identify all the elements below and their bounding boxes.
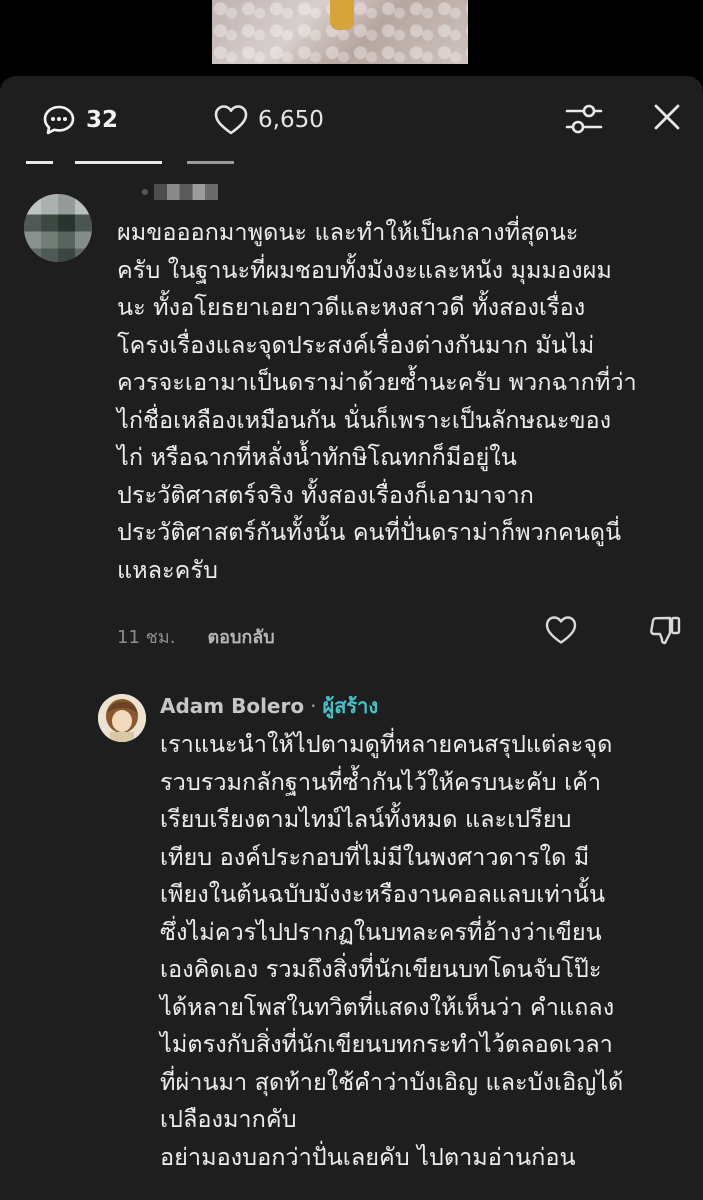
reply-line: เองคิดเอง รวมถึงสิ่งที่นักเขียนบทโดนจับโ… bbox=[160, 955, 602, 983]
comments-sheet: 32 6,650 ผมขอออกมาพูดนะ และทำให้เป็นกลาง… bbox=[0, 76, 703, 1200]
speech-bubble-icon bbox=[43, 105, 75, 135]
comment-line: ครับ ในฐานะที่ผมชอบทั้งมังงะและหนัง มุมม… bbox=[117, 255, 612, 284]
reply-line: เปลืองมากคับ bbox=[160, 1105, 297, 1133]
avatar[interactable] bbox=[24, 194, 92, 262]
comment-body: ผมขอออกมาพูดนะ และทำให้เป็นกลางที่สุดนะ … bbox=[117, 214, 687, 589]
comment-line: โครงเรื่องและจุดประสงค์เรื่องต่างกันมาก … bbox=[117, 330, 595, 359]
reply-line: ไม่ตรงกับสิ่งที่นักเขียนบทกระทำไว้ตลอดเว… bbox=[160, 1030, 613, 1058]
comment-line: ควรจะเอามาเป็นดราม่าด้วยซ้ำนะครับ พวกฉาก… bbox=[117, 368, 637, 396]
reply-body: เราแนะนำให้ไปตามดูที่หลายคนสรุปแต่ละจุด … bbox=[160, 726, 690, 1176]
reply-author-line: Adam Bolero · ผู้สร้าง bbox=[160, 690, 378, 722]
author-separator: · bbox=[310, 694, 317, 718]
reply-line: ที่ผ่านมา สุดท้ายใช้คำว่าบังเอิญ และบังเ… bbox=[160, 1067, 624, 1096]
like-count: 6,650 bbox=[258, 107, 324, 133]
creator-avatar[interactable] bbox=[98, 694, 146, 742]
reply-line: เพียงในต้นฉบับมังงะหรืองานคอลแลบเท่านั้น bbox=[160, 880, 606, 908]
reply-line: ซึ่งไม่ควรไปปรากฏในบทละครที่อ้างว่าเขียน bbox=[160, 917, 602, 946]
comment-line: ประวัติศาสตร์กันทั้งนั้น คนที่ปั่นดราม่า… bbox=[117, 518, 622, 546]
heart-icon bbox=[214, 105, 248, 135]
reply-line: ได้หลายโพสในทวิตที่แสดงให้เห็นว่า คำแถลง bbox=[160, 992, 615, 1021]
comment-line: ไก่ชื่อเหลืองเหมือนกัน นั่นก็เพราะเป็นลั… bbox=[117, 405, 612, 434]
comment-dislike-button[interactable] bbox=[648, 614, 682, 648]
comments-tab[interactable]: 32 bbox=[42, 104, 118, 136]
reply-author-name[interactable]: Adam Bolero bbox=[160, 694, 304, 718]
comment-line: ผมขอออกมาพูดนะ และทำให้เป็นกลางที่สุดนะ bbox=[117, 218, 579, 246]
creator-badge: ผู้สร้าง bbox=[322, 694, 379, 718]
reply-line: เราแนะนำให้ไปตามดูที่หลายคนสรุปแต่ละจุด bbox=[160, 730, 613, 758]
likes-tab[interactable]: 6,650 bbox=[214, 104, 324, 136]
comment-time: 11 ชม. bbox=[117, 627, 176, 648]
reply-line: รวบรวมกลักฐานที่ซ้ำกันไว้ให้ครบนะคับ เค้… bbox=[160, 767, 602, 796]
reply-line: เทียบ องค์ประกอบที่ไม่มีในพงศาวดารใด มี bbox=[160, 842, 590, 871]
thumbs-down-icon bbox=[650, 616, 681, 645]
filter-button[interactable] bbox=[564, 102, 604, 136]
reply-line: อย่ามองบอกว่าปั่นเลยคับ ไปตามอ่านก่อน bbox=[160, 1142, 576, 1171]
close-icon bbox=[654, 104, 680, 130]
reply-button[interactable]: ตอบกลับ bbox=[207, 622, 274, 651]
tab-indicator bbox=[26, 161, 53, 164]
creator-avatar-image bbox=[98, 694, 146, 742]
video-thumbnail bbox=[212, 0, 468, 64]
comment-meta: 11 ชม. ตอบกลับ bbox=[117, 622, 275, 651]
comment-line: ไก่ หรือฉากที่หลั่งน้ำทักษิโณทกก็มีอยู่ใ… bbox=[117, 443, 517, 471]
thumbnail-accent bbox=[330, 0, 354, 30]
heart-outline-icon bbox=[545, 616, 577, 644]
comment-line: นะ ทั้งอโยธยาเอยาวดีและหงสาวดี ทั้งสองเร… bbox=[117, 293, 586, 321]
comment-line: ประวัติศาสตร์จริง ทั้งสองเรื่องก็เอามาจา… bbox=[117, 480, 534, 509]
reply-line: เรียบเรียงตามไทม์ไลน์ทั้งหมด และเปรียบ bbox=[160, 805, 572, 833]
blurred-username bbox=[142, 183, 218, 201]
comment-count: 32 bbox=[86, 107, 119, 133]
comment-like-button[interactable] bbox=[544, 614, 578, 646]
tab-indicator bbox=[75, 161, 162, 164]
tab-indicator bbox=[187, 161, 234, 164]
close-button[interactable] bbox=[652, 102, 682, 132]
comment-line: แหละครับ bbox=[117, 555, 218, 584]
sliders-icon bbox=[565, 104, 603, 134]
comments-header: 32 6,650 bbox=[0, 76, 703, 164]
